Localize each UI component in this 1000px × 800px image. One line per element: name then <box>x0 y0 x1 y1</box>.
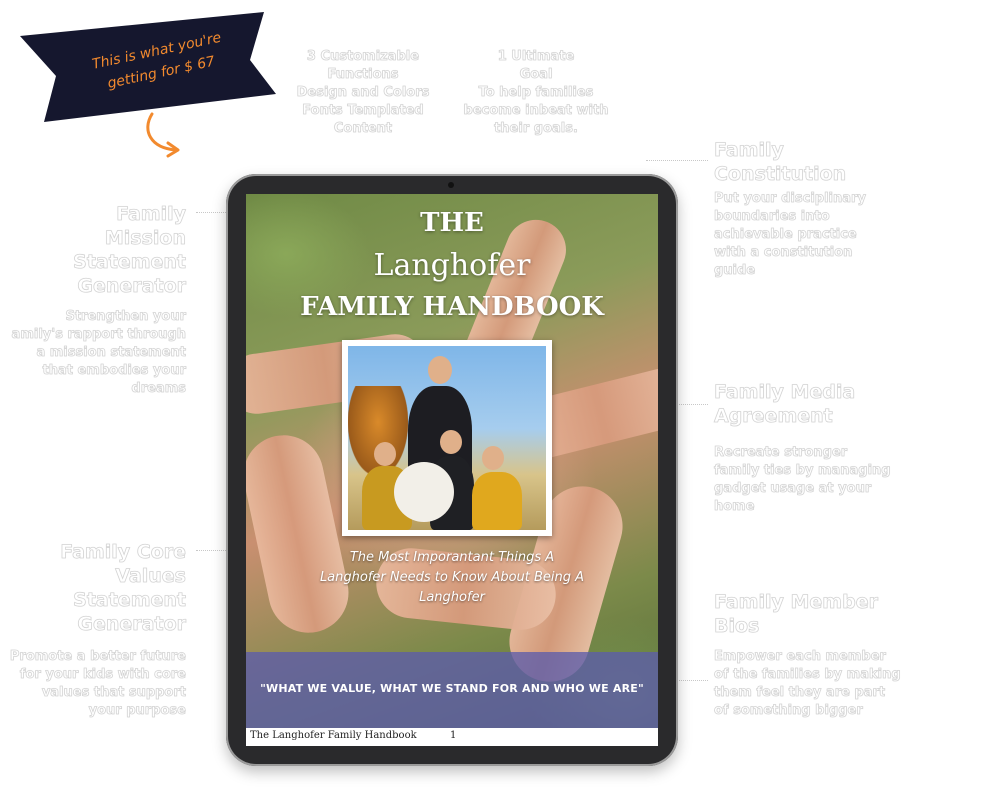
page-footer: The Langhofer Family Handbook 1 <box>246 728 658 746</box>
functions-line-2: Functions <box>327 67 399 83</box>
functions-line-1: 3 Customizable <box>306 49 420 65</box>
tablet-device: THE Langhofer FAMILY HANDBOOK The Most I… <box>226 174 678 766</box>
title-line: Mission <box>104 227 186 250</box>
constitution-desc: Put your disciplinary boundaries into ac… <box>714 190 914 280</box>
subtitle-line-1: The Most Imporantant Things A <box>349 550 555 565</box>
footer-page-number: 1 <box>450 730 457 741</box>
desc-line: values that support <box>41 685 186 701</box>
desc-line: amily's rapport through <box>11 327 186 343</box>
goal-line-5: their goals. <box>494 121 579 137</box>
desc-line: your purpose <box>88 703 186 719</box>
dog-image <box>394 462 454 522</box>
desc-line: boundaries into <box>714 209 830 225</box>
constitution-title: Family Constitution <box>714 138 914 186</box>
price-ribbon: This is what you're getting for $ 67 <box>14 6 284 126</box>
goal-feature: 1 Ultimate Goal To help families become … <box>456 48 616 138</box>
desc-line: Promote a better future <box>9 649 186 665</box>
desc-line: gadget usage at your <box>714 481 872 497</box>
desc-line: Empower each member <box>714 649 887 665</box>
person-boy-right <box>472 472 522 530</box>
title-line: Agreement <box>714 405 834 428</box>
person-head <box>482 446 504 470</box>
desc-line: home <box>714 499 755 515</box>
desc-line: Recreate stronger <box>714 445 848 461</box>
cover-handbook-title: FAMILY HANDBOOK <box>300 292 604 322</box>
functions-feature: 3 Customizable Functions Design and Colo… <box>286 48 440 138</box>
desc-line: dreams <box>131 381 186 397</box>
person-head <box>440 430 462 454</box>
title-line: Values <box>115 565 187 588</box>
cover-the: THE <box>420 208 484 238</box>
desc-line: Put your disciplinary <box>714 191 867 207</box>
title-line: Generator <box>77 275 186 298</box>
curved-arrow-icon <box>146 112 180 158</box>
desc-line: for your kids with core <box>19 667 186 683</box>
desc-line: of something bigger <box>714 703 864 719</box>
functions-line-3: Design and Colors <box>296 85 430 101</box>
desc-line: of the families by making <box>714 667 901 683</box>
title-line: Family <box>116 203 187 226</box>
subtitle-line-3: Langhofer <box>419 590 485 605</box>
core-values-title: Family Core Values Statement Generator <box>20 540 187 636</box>
media-agreement-desc: Recreate stronger family ties by managin… <box>714 444 924 516</box>
camera-icon <box>448 182 454 188</box>
desc-line: Strengthen your <box>65 309 186 325</box>
title-line: Family Member <box>714 591 879 614</box>
cover-subtitle: The Most Imporantant Things A Langhofer … <box>286 548 618 608</box>
cover-quote: "WHAT WE VALUE, WHAT WE STAND FOR AND WH… <box>260 682 644 695</box>
title-line: Statement <box>73 251 187 274</box>
goal-line-4: become inbeat with <box>463 103 609 119</box>
quote-band: "WHAT WE VALUE, WHAT WE STAND FOR AND WH… <box>246 652 658 728</box>
person-head <box>374 442 396 466</box>
mission-statement-desc: Strengthen your amily's rapport through … <box>0 308 186 398</box>
family-photo <box>342 340 552 536</box>
functions-line-4: Fonts Templated <box>302 103 424 119</box>
member-bios-title: Family Member Bios <box>714 590 934 638</box>
title-line: Family <box>714 139 785 162</box>
constitution-leader-line <box>646 160 708 161</box>
handbook-cover: THE Langhofer FAMILY HANDBOOK The Most I… <box>246 194 658 746</box>
functions-line-5: Content <box>333 121 393 137</box>
desc-line: achievable practice <box>714 227 858 243</box>
title-line: Family Media <box>714 381 856 404</box>
media-agreement-title: Family Media Agreement <box>714 380 934 428</box>
title-line: Constitution <box>714 163 847 186</box>
title-line: Bios <box>714 615 760 638</box>
desc-line: guide <box>714 263 756 279</box>
title-line: Generator <box>77 613 186 636</box>
desc-line: with a constitution <box>714 245 853 261</box>
desc-line: family ties by managing <box>714 463 891 479</box>
footer-title: The Langhofer Family Handbook <box>250 730 417 741</box>
goal-line-3: To help families <box>478 85 594 101</box>
subtitle-line-2: Langhofer Needs to Know About Being A <box>319 570 585 585</box>
title-line: Family Core <box>60 541 187 564</box>
desc-line: them feel they are part <box>714 685 886 701</box>
family-photo-image <box>348 346 546 530</box>
cover-family-name: Langhofer <box>373 248 531 283</box>
person-head <box>428 356 452 384</box>
goal-line-2: Goal <box>519 67 553 83</box>
member-bios-desc: Empower each member of the families by m… <box>714 648 934 720</box>
core-values-desc: Promote a better future for your kids wi… <box>0 648 186 720</box>
mission-statement-title: Family Mission Statement Generator <box>20 202 187 298</box>
desc-line: a mission statement <box>36 345 186 361</box>
desc-line: that embodies your <box>42 363 186 379</box>
title-line: Statement <box>73 589 187 612</box>
goal-line-1: 1 Ultimate <box>497 49 575 65</box>
